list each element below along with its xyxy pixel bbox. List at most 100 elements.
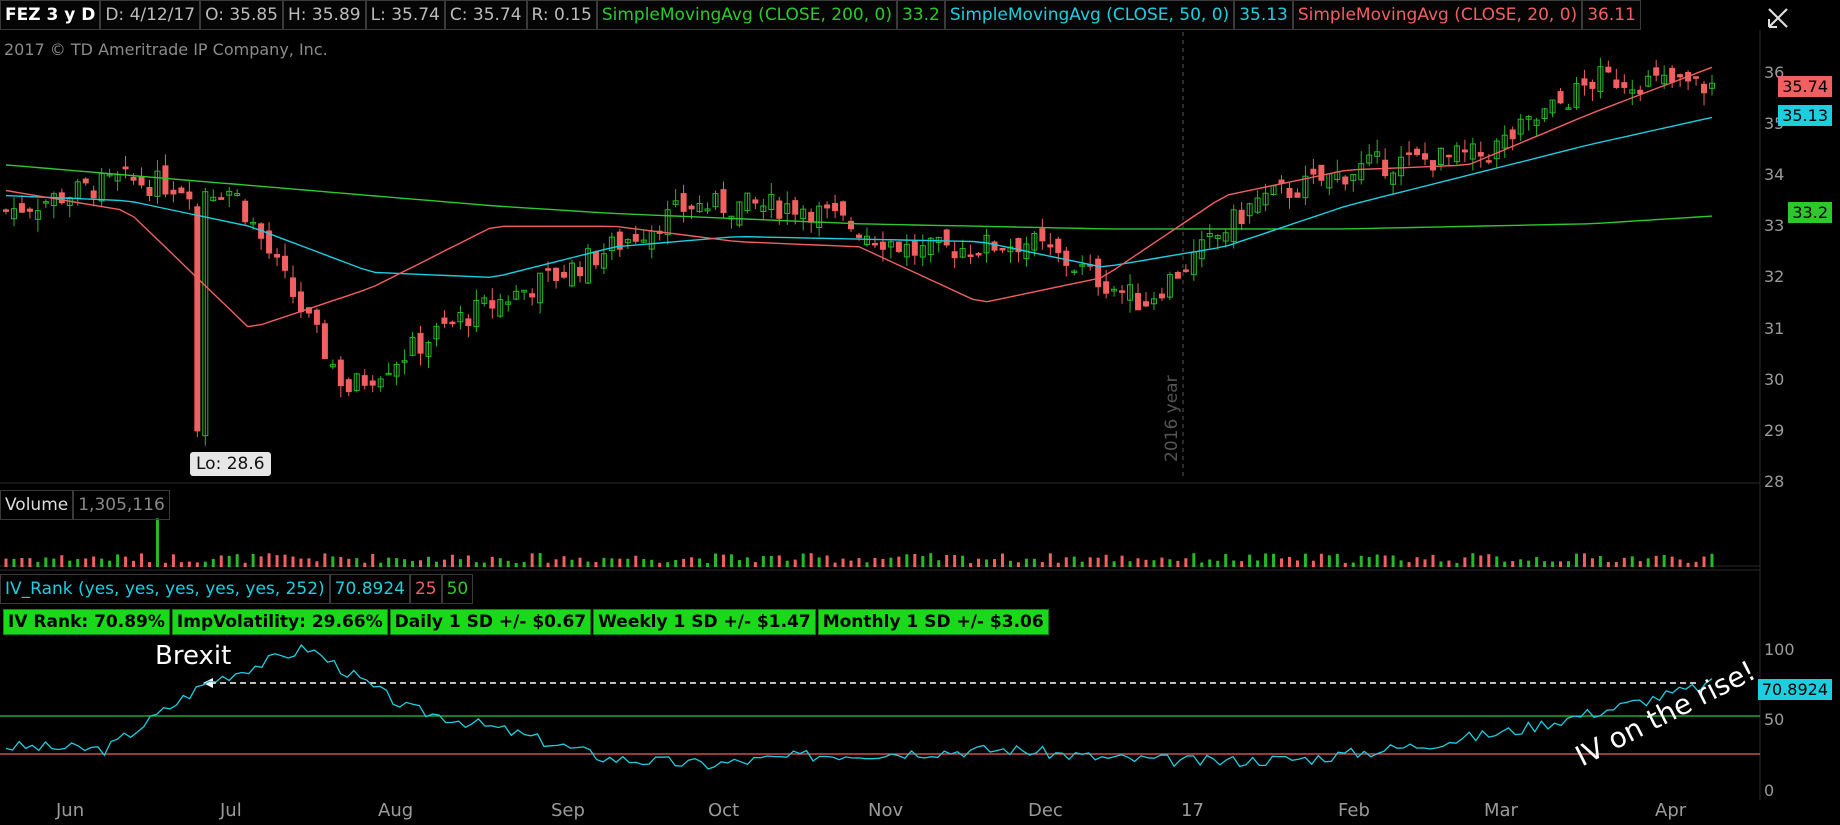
iv-stat-monthly: Monthly 1 SD +/- $3.06 xyxy=(817,609,1049,635)
volume-bar xyxy=(76,558,80,567)
price-candle xyxy=(1509,129,1516,140)
price-candle xyxy=(975,253,982,256)
low-label: Lo: 28.6 xyxy=(190,452,271,476)
volume-bar xyxy=(745,557,749,567)
volume-bar xyxy=(36,561,40,567)
volume-bar xyxy=(450,554,454,567)
volume-bar xyxy=(889,557,893,567)
open-readout: O: 35.85 xyxy=(200,0,283,30)
volume-bar xyxy=(355,558,359,567)
price-candle xyxy=(800,208,807,220)
price-candle xyxy=(170,189,177,195)
price-candle xyxy=(313,309,320,325)
price-candle xyxy=(345,379,352,393)
price-candle xyxy=(58,192,65,204)
volume-bar xyxy=(1463,557,1467,567)
volume-bar xyxy=(179,562,183,567)
price-candle xyxy=(1190,251,1197,276)
price-candle xyxy=(98,173,105,202)
price-candle xyxy=(202,191,209,437)
volume-bar xyxy=(1383,555,1387,567)
volume-bar xyxy=(1080,561,1084,567)
volume-bar xyxy=(913,553,917,567)
volume-bar xyxy=(371,553,375,567)
volume-bar xyxy=(953,554,957,567)
sma20-value: 36.11 xyxy=(1582,0,1641,30)
price-candle xyxy=(1398,156,1405,177)
price-candle xyxy=(1246,203,1253,217)
sma-line-1 xyxy=(5,116,1713,279)
volume-bar xyxy=(985,559,989,567)
volume-bar xyxy=(769,555,773,567)
price-candle xyxy=(967,254,974,257)
volume-bar xyxy=(753,562,757,567)
volume-bar xyxy=(331,556,335,567)
sma-line-2 xyxy=(5,66,1713,328)
price-candle xyxy=(1549,99,1556,114)
price-candle xyxy=(1270,185,1277,195)
price-candle xyxy=(321,323,328,359)
volume-bar xyxy=(219,555,223,567)
volume-bar xyxy=(881,558,885,567)
volume-bar xyxy=(1287,556,1291,567)
volume-bar xyxy=(1104,554,1108,567)
price-candle xyxy=(106,173,113,177)
volume-bar xyxy=(1144,559,1148,567)
volume-bar xyxy=(825,555,829,567)
price-candle xyxy=(656,230,663,234)
volume-bar xyxy=(817,557,821,567)
price-candle xyxy=(1461,149,1468,153)
price-candle xyxy=(561,271,568,278)
iv-rank-study-label[interactable]: IV_Rank (yes, yes, yes, yes, yes, 252) xyxy=(0,574,330,604)
price-candle xyxy=(417,332,424,354)
iv-stat-daily: Daily 1 SD +/- $0.67 xyxy=(389,609,592,635)
price-candle xyxy=(1119,290,1126,293)
sma50-study-label[interactable]: SimpleMovingAvg (CLOSE, 50, 0) xyxy=(944,0,1235,30)
volume-label[interactable]: Volume xyxy=(0,490,74,520)
price-candle xyxy=(401,360,408,363)
price-candle xyxy=(305,307,312,314)
volume-bar xyxy=(1678,559,1682,567)
price-candle xyxy=(999,247,1006,251)
price-candle xyxy=(911,240,918,256)
price-candle xyxy=(1071,270,1078,274)
volume-bar xyxy=(1399,560,1403,567)
close-icon[interactable] xyxy=(1765,5,1791,31)
price-candle xyxy=(728,215,735,220)
volume-bar xyxy=(1192,553,1196,567)
chart-header: FEZ 3 y D D: 4/12/17 O: 35.85 H: 35.89 L… xyxy=(0,0,1641,30)
volume-bar xyxy=(1351,562,1355,567)
volume-bar xyxy=(1638,561,1642,567)
price-candle xyxy=(832,202,839,212)
price-candle xyxy=(1358,163,1365,181)
volume-bar xyxy=(1343,562,1347,567)
volume-bar xyxy=(100,558,104,567)
volume-bar xyxy=(626,558,630,567)
price-candle xyxy=(178,187,185,194)
volume-bar xyxy=(1654,555,1658,567)
sma20-study-label[interactable]: SimpleMovingAvg (CLOSE, 20, 0) xyxy=(1292,0,1583,30)
price-candle xyxy=(258,223,265,239)
volume-bar xyxy=(538,553,542,567)
volume-bar xyxy=(1024,558,1028,567)
volume-bar xyxy=(28,558,32,567)
volume-bar xyxy=(841,558,845,567)
volume-bar xyxy=(1551,561,1555,567)
price-candle xyxy=(1055,238,1062,254)
symbol-label[interactable]: FEZ 3 y D xyxy=(0,0,101,30)
volume-bar xyxy=(171,554,175,567)
volume-bar xyxy=(147,562,151,567)
price-chart[interactable] xyxy=(0,0,1840,825)
time-axis-label: Apr xyxy=(1655,800,1687,821)
time-axis-label: Sep xyxy=(551,800,585,821)
price-candle xyxy=(361,375,368,386)
sma200-study-label[interactable]: SimpleMovingAvg (CLOSE, 200, 0) xyxy=(596,0,897,30)
price-candle xyxy=(74,181,81,199)
price-candle xyxy=(887,241,894,248)
volume-bar xyxy=(1670,556,1674,567)
price-candle xyxy=(234,192,241,197)
price-candle xyxy=(1605,66,1612,73)
volume-bar xyxy=(259,556,263,567)
price-candle xyxy=(465,318,472,327)
volume-bar xyxy=(1295,560,1299,567)
